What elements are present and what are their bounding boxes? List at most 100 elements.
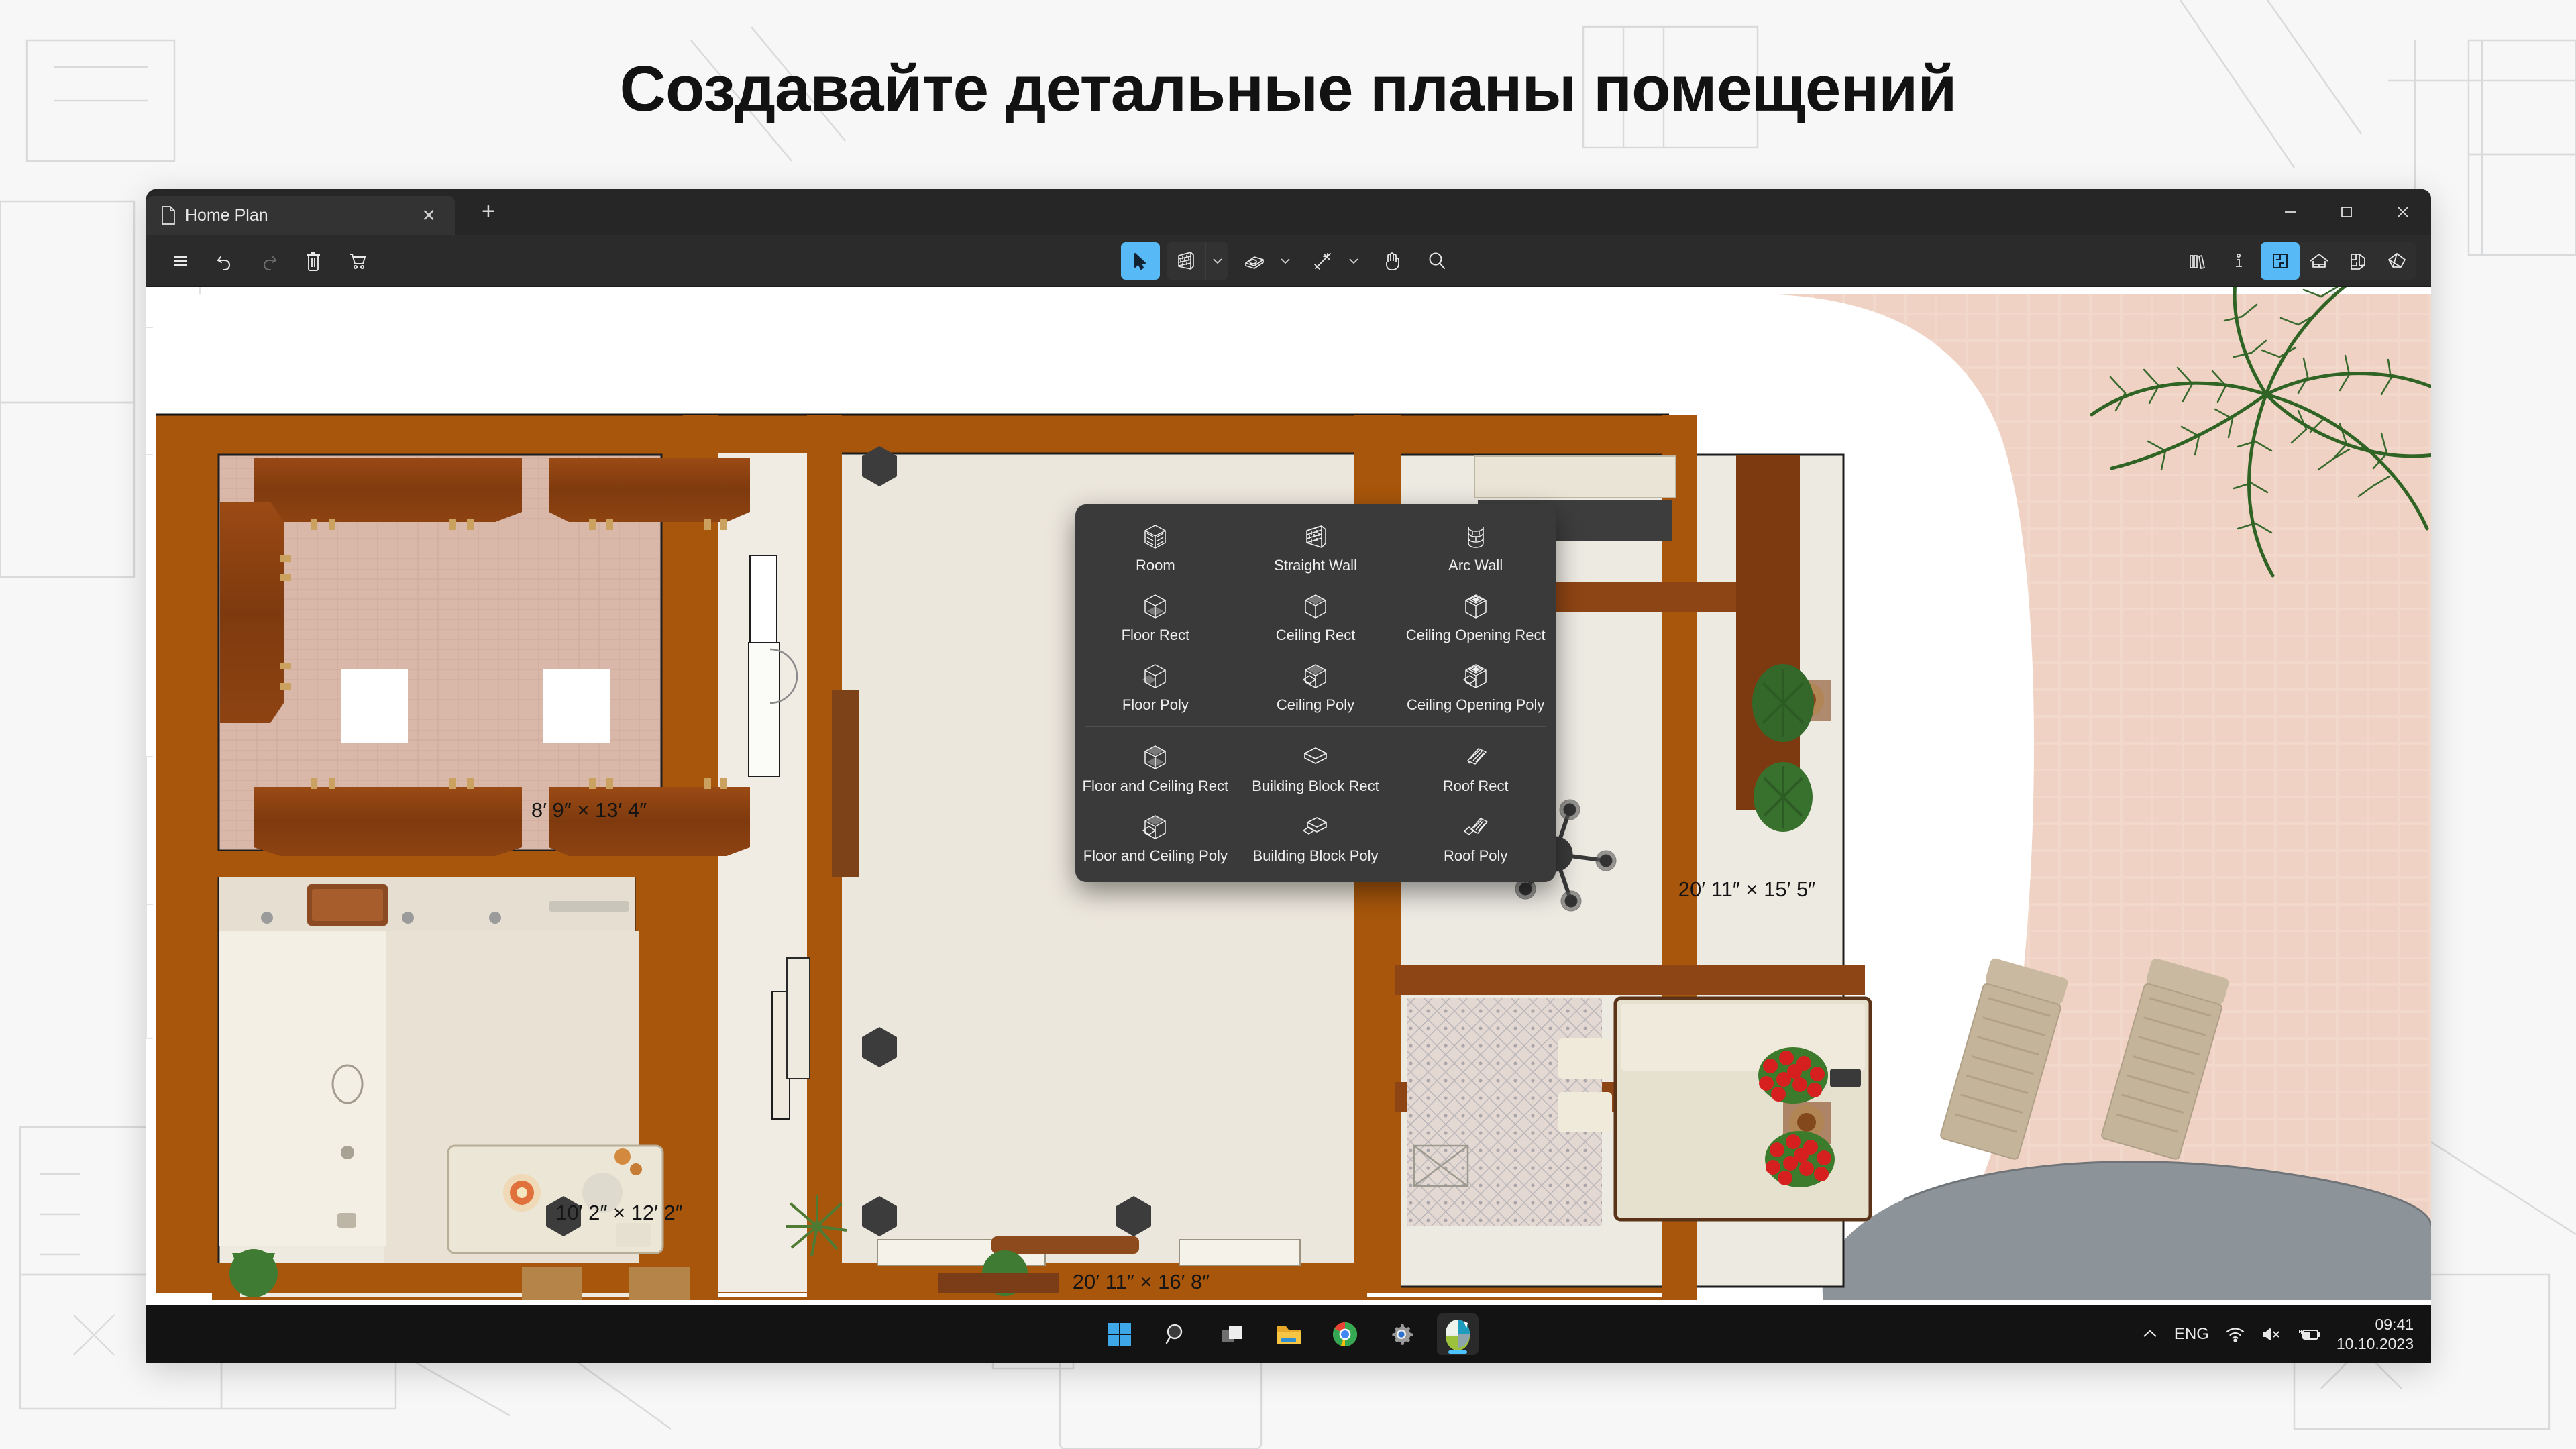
tool-label: Ceiling Rect — [1275, 626, 1356, 643]
delete-button[interactable] — [294, 242, 333, 280]
floor-ceiling-poly-icon — [1140, 812, 1170, 842]
straight-wall-icon — [1301, 522, 1330, 551]
chrome-button[interactable] — [1324, 1313, 1366, 1355]
wall-tool-dropdown-panel[interactable]: Room Straight Wall Arc Wall Floor Rect C… — [1075, 504, 1556, 882]
surface-tool[interactable] — [1235, 242, 1274, 280]
tray-overflow-icon[interactable] — [2142, 1329, 2158, 1340]
close-icon[interactable]: ✕ — [415, 203, 443, 228]
tool-floor-poly[interactable]: Floor Poly — [1075, 651, 1236, 720]
room-dimension-label: 10′ 2″ × 12′ 2″ — [555, 1201, 683, 1224]
tool-building-block-poly[interactable]: Building Block Poly — [1236, 802, 1396, 871]
settings-button[interactable] — [1381, 1313, 1422, 1355]
tool-ceiling-opening-rect[interactable]: Ceiling Opening Rect — [1395, 581, 1556, 651]
surface-tool-split — [1235, 242, 1297, 280]
wall-tool[interactable] — [1167, 242, 1205, 280]
start-button[interactable] — [1099, 1313, 1140, 1355]
tool-panel-row: Floor and Ceiling Poly Building Block Po… — [1075, 802, 1556, 871]
app-window: Home Plan ✕ + 8′ 9″ × 13′ 4″ 10′ 2″ × 12… — [146, 189, 2431, 1363]
toolbar-left-group — [146, 242, 377, 280]
view-mode-group — [2261, 241, 2416, 280]
tool-roof-rect[interactable]: Roof Rect — [1395, 732, 1556, 802]
clock[interactable]: 09:41 10.10.2023 — [2337, 1315, 2414, 1354]
pan-tool[interactable] — [1372, 242, 1411, 280]
taskbar-apps — [1099, 1313, 1479, 1355]
toolbar-center-group — [1121, 241, 1456, 280]
language-indicator[interactable]: ENG — [2174, 1325, 2209, 1344]
ceiling-opening-poly-icon — [1461, 661, 1491, 691]
tool-floor-rect[interactable]: Floor Rect — [1075, 581, 1236, 651]
tool-label: Ceiling Poly — [1276, 696, 1355, 713]
chevron-down-icon[interactable] — [1205, 241, 1228, 280]
toolbar-right-group — [2178, 241, 2416, 280]
close-icon[interactable] — [2375, 189, 2431, 235]
redo-button[interactable] — [250, 242, 288, 280]
battery-charging-icon[interactable] — [2298, 1326, 2320, 1342]
tab-label: Home Plan — [185, 205, 268, 225]
maximize-icon[interactable] — [2318, 189, 2375, 235]
tool-floor-and-ceiling-poly[interactable]: Floor and Ceiling Poly — [1075, 802, 1236, 871]
tool-panel-row: Floor and Ceiling Rect Building Block Re… — [1075, 732, 1556, 802]
wall-tool-split — [1167, 241, 1228, 280]
tool-straight-wall[interactable]: Straight Wall — [1236, 511, 1396, 581]
menu-button[interactable] — [161, 242, 200, 280]
tool-label: Ceiling Opening Poly — [1406, 696, 1545, 713]
titlebar: Home Plan ✕ + — [146, 189, 2431, 235]
tool-arc-wall[interactable]: Arc Wall — [1395, 511, 1556, 581]
file-explorer-button[interactable] — [1268, 1313, 1309, 1355]
ceiling-opening-rect-icon — [1461, 592, 1491, 621]
view-elevation[interactable] — [2300, 242, 2339, 280]
view-3d-house[interactable] — [2377, 242, 2416, 280]
ceiling-rect-icon — [1301, 592, 1330, 621]
tool-label: Roof Rect — [1442, 777, 1509, 794]
tool-panel-row: Room Straight Wall Arc Wall — [1075, 511, 1556, 581]
zoom-tool[interactable] — [1417, 242, 1456, 280]
tool-label: Building Block Poly — [1252, 847, 1379, 864]
home-design-app-button[interactable] — [1437, 1313, 1479, 1355]
floor-poly-icon — [1140, 661, 1170, 691]
tool-ceiling-poly[interactable]: Ceiling Poly — [1236, 651, 1396, 720]
tab-home-plan[interactable]: Home Plan ✕ — [146, 196, 455, 235]
undo-button[interactable] — [205, 242, 244, 280]
view-2d-plan[interactable] — [2261, 241, 2300, 280]
task-view-button[interactable] — [1212, 1313, 1253, 1355]
wifi-icon[interactable] — [2225, 1326, 2245, 1342]
chevron-down-icon[interactable] — [1342, 242, 1365, 280]
room-cube-icon — [1140, 522, 1170, 551]
tool-building-block-rect[interactable]: Building Block Rect — [1236, 732, 1396, 802]
search-button[interactable] — [1155, 1313, 1197, 1355]
minimize-icon[interactable] — [2262, 189, 2318, 235]
toolbar — [146, 235, 2431, 287]
tool-label: Floor Rect — [1121, 626, 1190, 643]
view-3d-plan[interactable] — [2339, 242, 2377, 280]
roof-rect-icon — [1461, 743, 1491, 772]
tool-floor-and-ceiling-rect[interactable]: Floor and Ceiling Rect — [1075, 732, 1236, 802]
clock-time: 09:41 — [2375, 1315, 2414, 1333]
chevron-down-icon[interactable] — [1274, 242, 1297, 280]
info-button[interactable] — [2219, 242, 2258, 280]
volume-muted-icon[interactable] — [2261, 1326, 2282, 1342]
cart-button[interactable] — [338, 242, 377, 280]
tool-room[interactable]: Room — [1075, 511, 1236, 581]
tool-ceiling-opening-poly[interactable]: Ceiling Opening Poly — [1395, 651, 1556, 720]
tool-panel-row: Floor Rect Ceiling Rect Ceiling Opening … — [1075, 581, 1556, 651]
tool-label: Roof Poly — [1443, 847, 1508, 864]
tool-label: Building Block Rect — [1252, 777, 1379, 794]
tool-label: Arc Wall — [1448, 557, 1503, 574]
taskbar: ENG 09:41 10.10.2023 — [146, 1305, 2431, 1363]
new-tab-button[interactable]: + — [470, 196, 507, 227]
floor-ceiling-rect-icon — [1140, 743, 1170, 772]
menu-divider — [1085, 725, 1546, 727]
room-dimension-label: 20′ 11″ × 16′ 8″ — [1072, 1270, 1210, 1293]
select-tool[interactable] — [1121, 241, 1160, 280]
dimension-tool[interactable] — [1303, 242, 1342, 280]
tool-label: Floor Poly — [1122, 696, 1189, 713]
system-tray: ENG 09:41 10.10.2023 — [2142, 1315, 2414, 1354]
library-button[interactable] — [2178, 242, 2216, 280]
dimension-tool-split — [1303, 242, 1365, 280]
arc-wall-icon — [1461, 522, 1491, 551]
tool-label: Room — [1135, 557, 1175, 574]
document-icon — [161, 206, 176, 225]
tool-label: Straight Wall — [1274, 557, 1357, 574]
tool-roof-poly[interactable]: Roof Poly — [1395, 802, 1556, 871]
tool-ceiling-rect[interactable]: Ceiling Rect — [1236, 581, 1396, 651]
